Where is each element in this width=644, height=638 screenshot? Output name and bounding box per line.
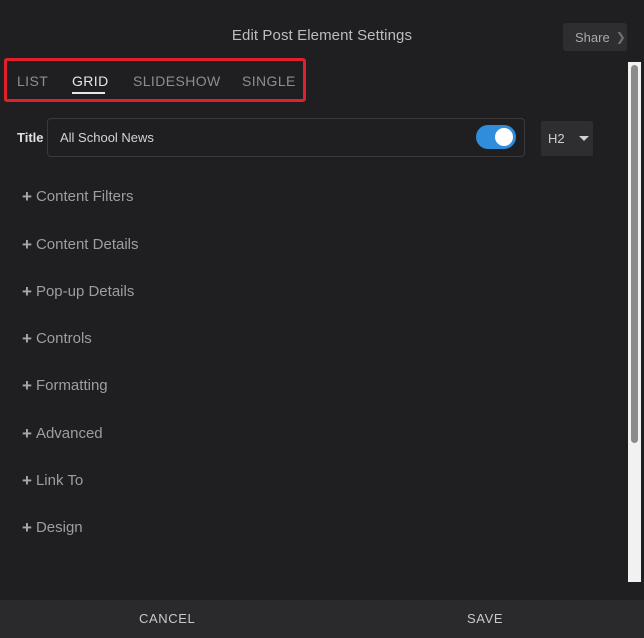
plus-icon: + (22, 282, 32, 301)
modal-title: Edit Post Element Settings (231, 27, 413, 44)
toggle-knob (495, 128, 513, 146)
plus-icon: + (22, 518, 32, 537)
title-input-value[interactable]: All School News (60, 130, 154, 145)
cancel-button[interactable]: CANCEL (139, 611, 195, 626)
section-label: Content Details (35, 236, 139, 253)
heading-level-value: H2 (548, 131, 565, 146)
plus-icon: + (22, 376, 32, 395)
tab-grid[interactable]: GRID (72, 73, 109, 89)
section-popup-details[interactable]: + Pop-up Details (22, 283, 134, 300)
section-content-details[interactable]: + Content Details (22, 236, 139, 253)
save-button[interactable]: SAVE (467, 611, 503, 626)
caret-down-icon (579, 136, 589, 141)
tab-slideshow[interactable]: SLIDESHOW (133, 73, 221, 89)
plus-icon: + (22, 471, 32, 490)
title-visibility-toggle[interactable] (476, 125, 516, 149)
section-formatting[interactable]: + Formatting (22, 377, 108, 394)
title-input[interactable]: All School News (47, 118, 525, 157)
share-button[interactable]: Share ❯ (563, 23, 627, 51)
modal-footer (0, 600, 644, 638)
modal-header: Edit Post Element Settings Share ❯ (0, 0, 644, 60)
title-label: Title (17, 130, 44, 145)
section-label: Design (35, 519, 83, 536)
section-label: Link To (35, 472, 84, 489)
section-label: Advanced (35, 425, 103, 442)
edit-settings-modal: Edit Post Element Settings Share ❯ LIST … (0, 0, 644, 638)
section-label: Pop-up Details (35, 283, 135, 300)
section-controls[interactable]: + Controls (22, 330, 92, 347)
section-label: Content Filters (35, 188, 134, 205)
section-link-to[interactable]: + Link To (22, 472, 83, 489)
plus-icon: + (22, 187, 32, 206)
section-content-filters[interactable]: + Content Filters (22, 188, 133, 205)
share-button-label: Share (575, 29, 610, 45)
tab-list[interactable]: LIST (17, 73, 48, 89)
chevron-right-icon: ❯ (615, 30, 626, 44)
plus-icon: + (22, 424, 32, 443)
section-label: Controls (35, 330, 92, 347)
plus-icon: + (22, 329, 32, 348)
plus-icon: + (22, 235, 32, 254)
section-design[interactable]: + Design (22, 519, 83, 536)
section-label: Formatting (35, 377, 108, 394)
tab-single[interactable]: SINGLE (242, 73, 296, 89)
section-advanced[interactable]: + Advanced (22, 425, 103, 442)
heading-level-select[interactable]: H2 (541, 121, 593, 156)
active-tab-indicator (72, 92, 105, 94)
scrollbar-thumb[interactable] (631, 65, 638, 443)
